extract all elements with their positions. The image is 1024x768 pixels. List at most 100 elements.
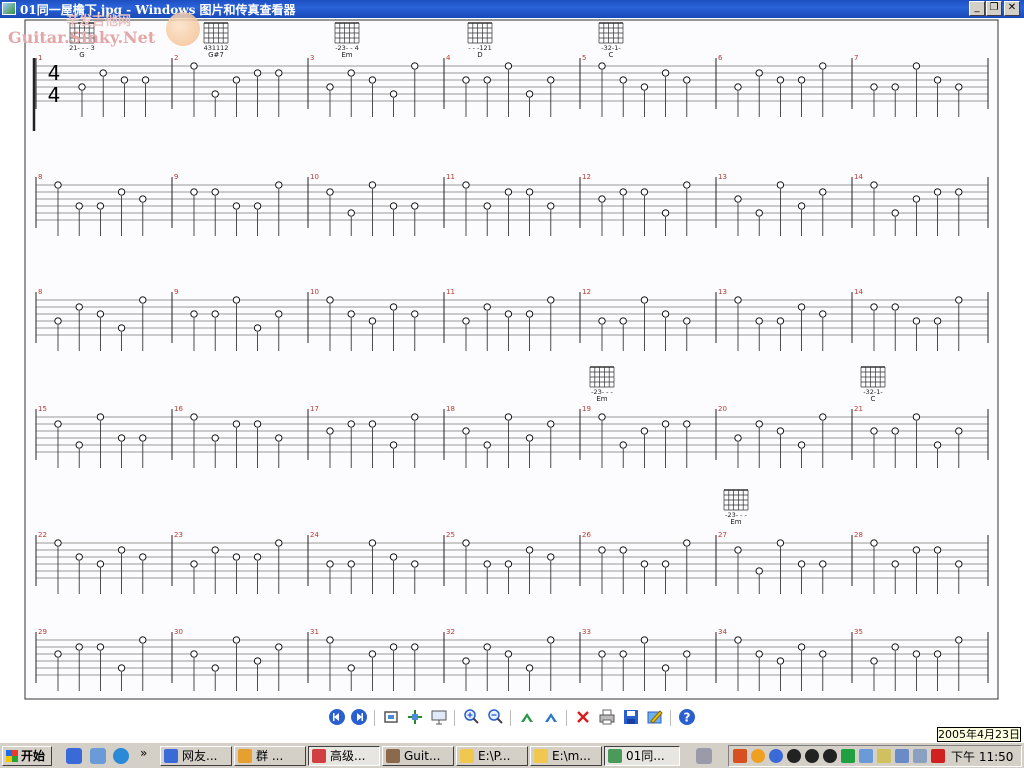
fret-marker	[211, 188, 219, 196]
desktop-icon[interactable]	[90, 748, 106, 764]
slideshow-icon[interactable]	[430, 708, 448, 726]
fret-marker	[347, 420, 355, 428]
tray-antivirus-icon[interactable]	[931, 749, 945, 763]
rotate-counterclockwise-icon[interactable]	[542, 708, 560, 726]
fret-marker	[661, 69, 670, 77]
fret-marker	[547, 76, 555, 84]
zoom-in-icon[interactable]	[462, 708, 480, 726]
title-bar[interactable]: 01同一屋檐下.jpg - Windows 图片和传真查看器 _ ❐ ✕	[0, 0, 1024, 18]
task-button-2[interactable]: 群 ...	[234, 746, 306, 766]
tray-network-icon[interactable]	[841, 749, 855, 763]
actual-size-icon[interactable]	[406, 708, 424, 726]
fret-marker	[389, 90, 398, 98]
tray-app-icon[interactable]	[733, 749, 747, 763]
fret-marker	[96, 202, 105, 210]
fret-marker	[640, 636, 649, 644]
measure-number: 3	[310, 54, 314, 62]
fret-marker	[96, 560, 105, 568]
measure-number: 13	[718, 173, 727, 181]
scanner-icon[interactable]	[696, 748, 712, 764]
tray-qq-icon[interactable]	[823, 749, 837, 763]
fret-marker	[368, 539, 377, 547]
tray-qq-icon[interactable]	[787, 749, 801, 763]
fret-marker	[253, 69, 262, 77]
next-image-icon[interactable]	[350, 708, 368, 726]
fret-marker	[275, 310, 283, 318]
fret-marker	[483, 202, 491, 210]
measure-number: 28	[854, 531, 863, 539]
fret-marker	[819, 188, 827, 196]
measure-number: 31	[310, 628, 319, 636]
best-fit-icon[interactable]	[382, 708, 400, 726]
save-icon[interactable]	[622, 708, 640, 726]
measure-number: 20	[718, 405, 727, 413]
chord-name: C	[871, 395, 876, 403]
fret-marker	[139, 296, 147, 304]
fret-marker	[462, 76, 470, 84]
fret-marker	[525, 90, 534, 98]
measure-number: 16	[174, 405, 183, 413]
fret-marker	[661, 560, 670, 568]
image-viewer-icon	[608, 749, 622, 763]
minimize-button[interactable]: _	[969, 1, 985, 16]
edit-icon[interactable]	[646, 708, 664, 726]
tray-network-icon[interactable]	[895, 749, 909, 763]
tray-mail-icon[interactable]	[877, 749, 891, 763]
fret-marker	[912, 650, 921, 658]
task-button-4[interactable]: Guit...	[382, 746, 454, 766]
task-button-3[interactable]: 高级...	[308, 746, 380, 766]
fret-marker	[462, 539, 470, 547]
fret-marker	[54, 317, 62, 325]
fret-marker	[870, 83, 878, 91]
fret-marker	[75, 643, 83, 651]
measure-number: 35	[854, 628, 863, 636]
rotate-clockwise-icon[interactable]	[518, 708, 536, 726]
app-icon[interactable]	[2, 2, 16, 15]
measure-number: 14	[854, 173, 863, 181]
zoom-out-icon[interactable]	[486, 708, 504, 726]
tray-app-icon[interactable]	[913, 749, 927, 763]
fret-marker	[640, 427, 649, 435]
fret-marker	[190, 62, 198, 70]
fret-marker	[232, 76, 241, 84]
tray-messenger-icon[interactable]	[769, 749, 783, 763]
measure-number: 1	[38, 54, 42, 62]
task-button-5[interactable]: E:\P...	[456, 746, 528, 766]
fret-marker	[734, 296, 742, 304]
previous-image-icon[interactable]	[328, 708, 346, 726]
help-icon[interactable]: ?	[678, 708, 696, 726]
print-icon[interactable]	[598, 708, 616, 726]
fret-marker	[755, 209, 763, 217]
quick-launch-more[interactable]: »	[140, 746, 147, 760]
taskbar: 开始 » 网友... 群 ... 高级... Guit... E:\P... E…	[0, 742, 1024, 768]
task-button-1[interactable]: 网友...	[160, 746, 232, 766]
fret-marker	[347, 69, 355, 77]
fret-marker	[78, 83, 86, 91]
fret-marker	[75, 553, 83, 561]
clock[interactable]: 下午 11:50	[951, 748, 1013, 765]
delete-icon[interactable]	[574, 708, 592, 726]
measure-number: 7	[854, 54, 858, 62]
fret-marker	[955, 188, 963, 196]
measure-number: 4	[446, 54, 451, 62]
tray-app-icon[interactable]	[751, 749, 765, 763]
fret-marker	[275, 539, 283, 547]
measure-number: 26	[582, 531, 591, 539]
fret-marker	[368, 317, 377, 325]
tray-qq-icon[interactable]	[805, 749, 819, 763]
fret-marker	[232, 636, 241, 644]
restore-button[interactable]: ❐	[986, 1, 1002, 16]
tray-app-icon[interactable]	[859, 749, 873, 763]
fret-marker	[797, 441, 806, 449]
close-button[interactable]: ✕	[1004, 1, 1020, 16]
start-button[interactable]: 开始	[2, 746, 52, 766]
messenger-icon[interactable]	[66, 748, 82, 764]
task-button-7[interactable]: 01同...	[604, 746, 680, 766]
task-button-6[interactable]: E:\m...	[530, 746, 602, 766]
fret-marker	[734, 195, 742, 203]
ie-icon[interactable]	[113, 748, 129, 764]
fret-marker	[462, 657, 470, 665]
fret-marker	[525, 188, 534, 196]
fret-marker	[776, 181, 785, 189]
fret-marker	[891, 427, 899, 435]
